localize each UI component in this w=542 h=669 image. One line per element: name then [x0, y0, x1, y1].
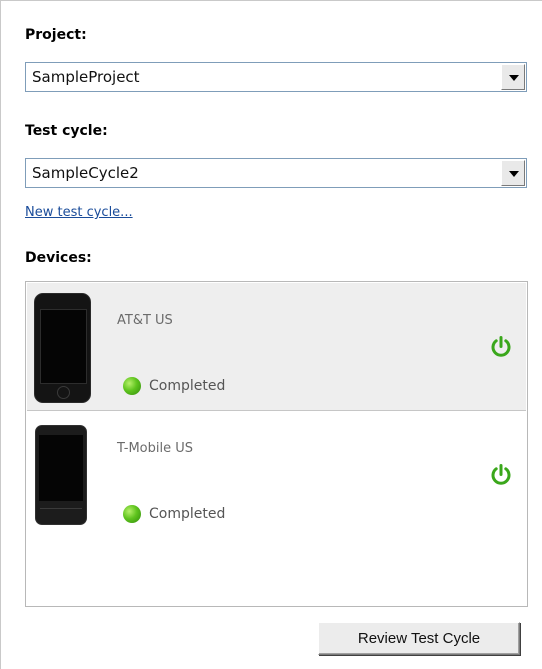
- status-completed-icon: [123, 505, 141, 523]
- test-cycle-select[interactable]: SampleCycle2: [25, 158, 527, 188]
- chevron-down-icon: [509, 75, 519, 81]
- panel-border-left: [0, 0, 1, 669]
- power-icon[interactable]: [489, 463, 513, 487]
- power-icon[interactable]: [489, 335, 513, 359]
- device-name: AT&T US: [117, 313, 173, 328]
- device-status: Completed: [149, 378, 226, 394]
- devices-label: Devices:: [25, 250, 92, 266]
- device-row-att[interactable]: AT&T US Completed: [27, 283, 526, 411]
- panel-border-top: [0, 0, 542, 1]
- project-select-value: SampleProject: [32, 68, 140, 86]
- device-status: Completed: [149, 506, 226, 522]
- test-cycle-select-value: SampleCycle2: [32, 164, 139, 182]
- project-label: Project:: [25, 27, 87, 43]
- device-name: T-Mobile US: [117, 441, 193, 456]
- device-list: AT&T US Completed T-Mobile US Completed: [25, 281, 528, 607]
- test-cycle-label: Test cycle:: [25, 123, 108, 139]
- iphone-device-icon: [34, 293, 91, 403]
- status-completed-icon: [123, 377, 141, 395]
- project-dropdown-button[interactable]: [501, 64, 525, 90]
- device-row-tmobile[interactable]: T-Mobile US Completed: [27, 411, 526, 539]
- chevron-down-icon: [509, 171, 519, 177]
- project-select[interactable]: SampleProject: [25, 62, 527, 92]
- test-cycle-dropdown-button[interactable]: [501, 160, 525, 186]
- review-test-cycle-button[interactable]: Review Test Cycle: [318, 622, 520, 655]
- android-device-icon: [35, 425, 87, 525]
- new-test-cycle-link[interactable]: New test cycle...: [25, 205, 133, 220]
